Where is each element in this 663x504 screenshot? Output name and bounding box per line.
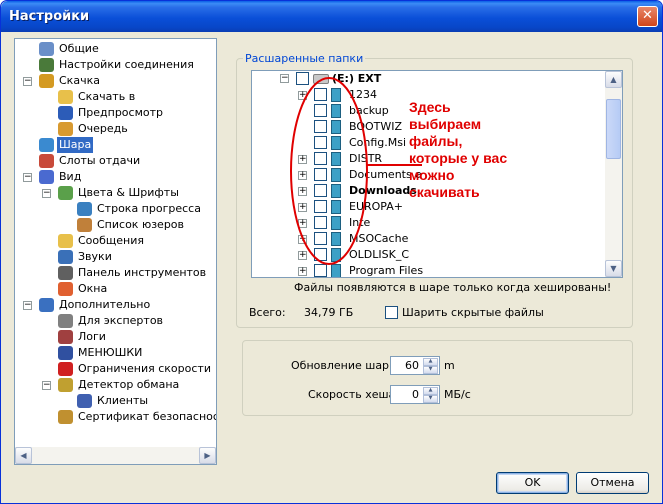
scroll-up-button[interactable]: ▲: [605, 71, 622, 88]
preview-icon: [58, 106, 73, 120]
tree-item-label: Предпросмотр: [78, 106, 163, 119]
tree-item-label: Сообщения: [78, 234, 145, 247]
tree-item-label: Клиенты: [97, 394, 149, 407]
tree-expander[interactable]: −: [23, 77, 32, 86]
progress-icon: [77, 202, 92, 216]
queue-icon: [58, 122, 73, 136]
tree-item-label: Окна: [78, 282, 108, 295]
tree-item-label: Скачать в: [78, 90, 136, 103]
tree-item-label: Сертификат безопасности: [78, 410, 216, 423]
settings-window: Настройки ✕ Общие Настройки соединения − Ск…: [0, 0, 663, 504]
tree-item-label: Звуки: [78, 250, 112, 263]
window-title: Настройки: [9, 9, 90, 24]
tree-expander[interactable]: −: [23, 173, 32, 182]
annotation-ellipse: [290, 77, 422, 265]
certificate-icon: [58, 410, 73, 424]
tree-item-label: Детектор обмана: [78, 378, 180, 391]
tree-item-label: Скачка: [59, 74, 100, 87]
logs-icon: [58, 330, 73, 344]
tree-item-label: Вид: [59, 170, 82, 183]
tree-horizontal-scrollbar[interactable]: ◀ ▶: [15, 447, 216, 464]
update-label: Обновление шары: [291, 359, 398, 372]
expert-icon: [58, 314, 73, 328]
spin-down-icon[interactable]: ▼: [423, 366, 438, 374]
user-icon: [77, 218, 92, 232]
menu-icon: [58, 346, 73, 360]
folder-icon: [58, 90, 73, 104]
clients-icon: [77, 394, 92, 408]
tree-item-label: Логи: [78, 330, 106, 343]
annotation-line: можно: [409, 167, 455, 183]
users-icon: [39, 42, 54, 56]
update-interval-stepper[interactable]: 60 ▲ ▼: [390, 356, 440, 375]
hash-speed-value[interactable]: 0: [412, 388, 419, 401]
total-label: Всего:: [249, 306, 286, 319]
scroll-left-button[interactable]: ◀: [15, 447, 32, 464]
tree-item-label: Очередь: [78, 122, 128, 135]
tree-item-label: Шара: [57, 137, 94, 153]
ok-button[interactable]: OK: [496, 472, 569, 494]
hash-speed-stepper[interactable]: 0 ▲ ▼: [390, 385, 440, 404]
spin-down-icon[interactable]: ▼: [423, 395, 438, 403]
sound-icon: [58, 250, 73, 264]
scroll-right-button[interactable]: ▶: [199, 447, 216, 464]
network-icon: [39, 58, 54, 72]
windows-icon: [58, 282, 73, 296]
dialog-body: Общие Настройки соединения − Скачка Скачать …: [4, 32, 659, 501]
update-unit: m: [444, 359, 455, 372]
close-button[interactable]: ✕: [637, 6, 658, 27]
folders-vertical-scrollbar[interactable]: ▲ ▼: [605, 71, 622, 277]
messages-icon: [58, 234, 73, 248]
lock-icon: [58, 378, 73, 392]
tree-item-label: Панель инструментов: [78, 266, 207, 279]
tree-expander[interactable]: −: [42, 189, 51, 198]
title-bar[interactable]: Настройки ✕: [1, 1, 662, 32]
spin-up-icon[interactable]: ▲: [423, 387, 438, 395]
tree-expander[interactable]: −: [42, 381, 51, 390]
share-settings-group: [242, 340, 633, 416]
settings-tree[interactable]: Общие Настройки соединения − Скачка Скачать …: [14, 38, 217, 465]
tree-item-label: Для экспертов: [78, 314, 164, 327]
download-icon: [39, 74, 54, 88]
hash-speed-label: Скорость хеша: [308, 388, 396, 401]
annotation-line: файлы,: [409, 133, 463, 149]
total-value: 34,79 ГБ: [304, 306, 354, 319]
share-icon: [39, 138, 54, 152]
update-interval-value[interactable]: 60: [405, 359, 419, 372]
tree-content: Общие Настройки соединения − Скачка Скачать …: [15, 39, 216, 446]
annotation-line: скачивать: [409, 184, 480, 200]
tree-item-label: Слоты отдачи: [59, 154, 141, 167]
tree-item-label: Цвета & Шрифты: [78, 186, 179, 199]
speed-limit-icon: [58, 362, 73, 376]
tree-item-label: Строка прогресса: [97, 202, 201, 215]
hash-hint: Файлы появляются в шаре только когда хеш…: [294, 281, 612, 294]
tree-expander[interactable]: −: [23, 301, 32, 310]
annotation-line: выбираем: [409, 116, 482, 132]
tree-item-label: Общие: [59, 42, 99, 55]
tree-item-label: МЕНЮШКИ: [78, 346, 143, 359]
annotation-text: Здесь выбираем файлы, которые у вас можн…: [409, 99, 507, 201]
tree-item-label: Дополнительно: [59, 298, 151, 311]
hash-speed-unit: МБ/с: [444, 388, 471, 401]
close-icon: ✕: [642, 8, 653, 23]
share-hidden-checkbox[interactable]: [385, 306, 398, 319]
tree-item-label: Список юзеров: [97, 218, 185, 231]
slots-icon: [39, 154, 54, 168]
annotation-line: которые у вас: [409, 150, 508, 166]
scroll-thumb[interactable]: [606, 99, 621, 159]
shared-folders-legend: Расшаренные папки: [243, 52, 366, 65]
annotation-line: Здесь: [409, 99, 451, 115]
view-icon: [39, 170, 54, 184]
colors-icon: [58, 186, 73, 200]
share-hidden-label[interactable]: Шарить скрытые файлы: [402, 306, 544, 319]
scroll-down-button[interactable]: ▼: [605, 260, 622, 277]
cancel-button[interactable]: Отмена: [576, 472, 649, 494]
tree-item-label: Настройки соединения: [59, 58, 194, 71]
spin-up-icon[interactable]: ▲: [423, 358, 438, 366]
tree-item-label: Ограничения скорости: [78, 362, 211, 375]
toolbar-icon: [58, 266, 73, 280]
advanced-icon: [39, 298, 54, 312]
